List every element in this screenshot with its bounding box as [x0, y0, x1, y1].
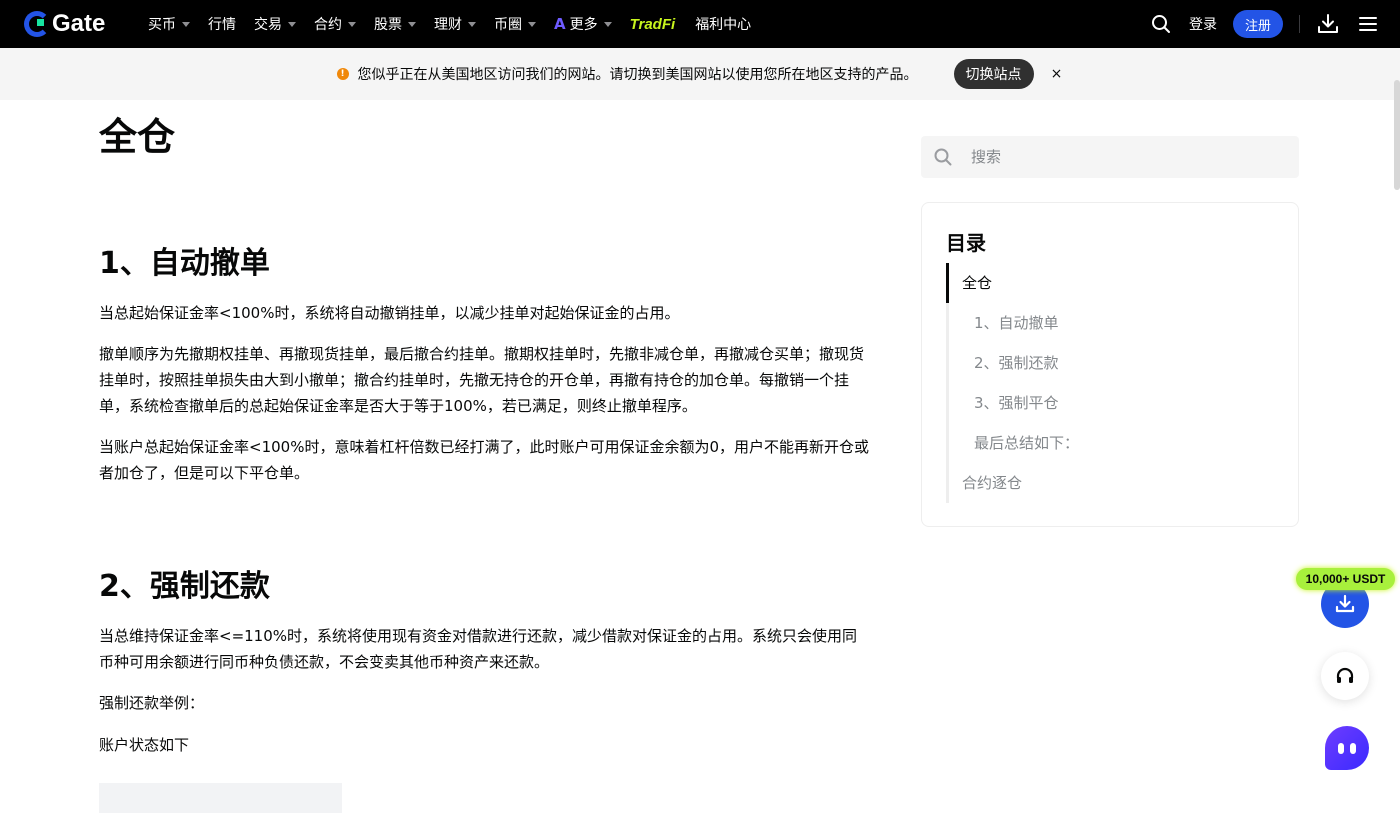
nav-item-buy-crypto[interactable]: 买币: [148, 14, 190, 34]
nav-divider: [1299, 15, 1300, 33]
caret-down-icon: [348, 21, 356, 27]
example-table: [99, 783, 342, 813]
search-icon[interactable]: [1149, 12, 1173, 36]
nav-item-label: 买币: [148, 17, 176, 33]
search-box[interactable]: [921, 136, 1299, 178]
gate-logo-mark-icon: [24, 11, 50, 37]
switch-site-button[interactable]: 切换站点: [953, 59, 1034, 89]
nav-item-earn[interactable]: 理财: [434, 14, 476, 34]
toc-title: 目录: [946, 231, 986, 255]
section-heading: 1、自动撤单: [99, 246, 270, 281]
close-icon[interactable]: ×: [1050, 66, 1064, 82]
search-input[interactable]: [971, 148, 1271, 166]
top-nav: Gate 买币 行情 交易 合约 股票 理财 币圈 A 更多 TradFi 福利中…: [0, 0, 1400, 48]
nav-item-label: 福利中心: [695, 17, 752, 33]
bot-eye-icon: [1350, 742, 1356, 754]
toc-active-indicator: [946, 263, 949, 303]
table-of-contents: 目录 全仓 1、自动撤单 2、强制还款 3、强制平仓 最后总结如下： 合约逐仓: [921, 202, 1299, 527]
toc-item-forced-liquidation[interactable]: 3、强制平仓: [974, 383, 1059, 423]
nav-item-label: 行情: [208, 17, 236, 33]
caret-down-icon: [468, 21, 476, 27]
nav-item-label: 股票: [374, 17, 402, 33]
region-notice-message: 您似乎正在从美国地区访问我们的网站。请切换到美国网站以使用您所在地区支持的产品。: [357, 67, 918, 83]
caret-down-icon: [182, 21, 190, 27]
nav-menu: 买币 行情 交易 合约 股票 理财 币圈 A 更多 TradFi 福利中心: [148, 0, 769, 48]
paragraph: 当总起始保证金率<100%时，系统将自动撤销挂单，以减少挂单对起始保证金的占用。: [99, 304, 680, 322]
download-icon: [1335, 594, 1355, 613]
toc-item-summary[interactable]: 最后总结如下：: [974, 423, 1079, 463]
region-notice-banner: ! 您似乎正在从美国地区访问我们的网站。请切换到美国网站以使用您所在地区支持的产…: [0, 48, 1400, 100]
hamburger-menu-icon[interactable]: [1356, 12, 1380, 36]
paragraph: 当总维持保证金率<=110%时，系统将使用现有资金对借款进行还款，减少借款对保证…: [99, 627, 858, 671]
paragraph: 强制还款举例：: [99, 694, 205, 712]
warning-icon: !: [336, 68, 349, 80]
paragraph: 撤单顺序为先撤期权挂单、再撤现货挂单，最后撤合约挂单。撤期权挂单时，先撤非减仓单…: [99, 345, 865, 415]
nav-item-label: 币圈: [494, 17, 522, 33]
nav-item-futures[interactable]: 合约: [314, 14, 356, 34]
nav-item-label: 合约: [314, 17, 342, 33]
nav-item-markets[interactable]: 行情: [208, 14, 236, 34]
section-heading: 2、强制还款: [99, 569, 270, 604]
page-scrollbar[interactable]: [1394, 80, 1400, 190]
register-button[interactable]: 注册: [1232, 10, 1283, 38]
toc-item-forced-repayment[interactable]: 2、强制还款: [974, 343, 1059, 383]
toc-item-cross-margin[interactable]: 全仓: [962, 263, 992, 303]
paragraph: 账户状态如下: [99, 736, 190, 754]
nav-item-tradfi[interactable]: TradFi: [630, 16, 676, 33]
download-icon[interactable]: [1316, 12, 1340, 36]
caret-down-icon: [528, 21, 536, 27]
toc-item-auto-cancel[interactable]: 1、自动撤单: [974, 303, 1059, 343]
gate-logo[interactable]: Gate: [24, 10, 106, 37]
bot-eye-icon: [1338, 742, 1344, 754]
ai-sparkle-icon: A: [554, 15, 566, 33]
nav-item-more[interactable]: A 更多: [554, 14, 612, 34]
caret-down-icon: [408, 21, 416, 27]
nav-item-trade[interactable]: 交易: [254, 14, 296, 34]
gate-logo-text: Gate: [52, 10, 106, 37]
nav-item-stocks[interactable]: 股票: [374, 14, 416, 34]
paragraph: 当账户总起始保证金率<100%时，意味着杠杆倍数已经打满了，此时账户可用保证金余…: [99, 438, 870, 482]
promo-badge[interactable]: 10,000+ USDT: [1296, 568, 1395, 590]
nav-item-label: 理财: [434, 17, 462, 33]
ai-assistant-button[interactable]: [1325, 726, 1369, 770]
toc-item-isolated-margin[interactable]: 合约逐仓: [962, 463, 1022, 503]
nav-item-label: 交易: [254, 17, 282, 33]
caret-down-icon: [288, 21, 296, 27]
nav-item-label: 更多: [569, 17, 598, 33]
headset-icon: [1336, 667, 1354, 683]
customer-support-button[interactable]: [1321, 652, 1369, 700]
nav-actions: 登录 注册: [1149, 0, 1380, 48]
search-icon: [934, 148, 952, 166]
nav-item-welfare-center[interactable]: 福利中心: [695, 14, 751, 34]
nav-item-square[interactable]: 币圈: [494, 14, 536, 34]
login-link[interactable]: 登录: [1189, 14, 1217, 34]
page-title: 全仓: [99, 115, 176, 159]
caret-down-icon: [603, 21, 612, 27]
